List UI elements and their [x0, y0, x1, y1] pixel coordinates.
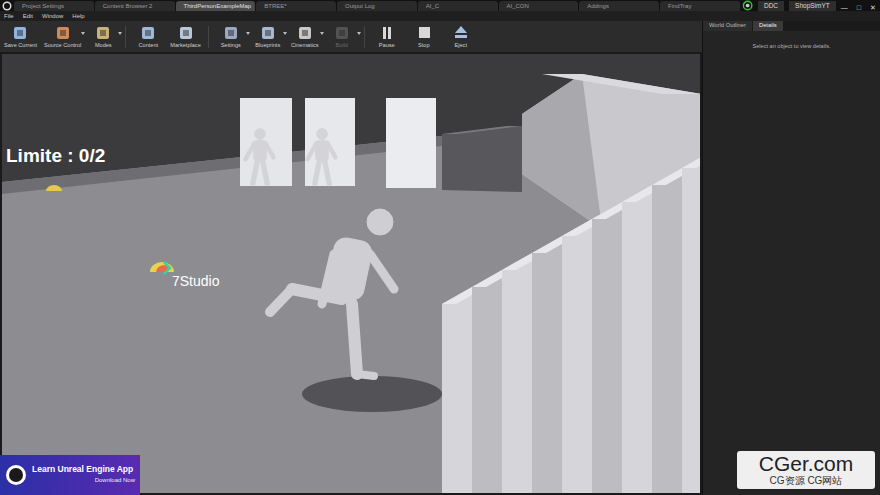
toolbar-tool-icon [415, 24, 433, 41]
level-editor: Save Current Source Control Modes Content Ma… [0, 21, 702, 495]
panel-tab-bar: World OutlinerDetails [703, 21, 880, 31]
toolbar-tool-icon [296, 24, 314, 41]
toolbar-label: Modes [95, 42, 112, 48]
editor-body: Save Current Source Control Modes Content Ma… [0, 21, 880, 495]
toolbar-button[interactable]: Content [131, 23, 165, 49]
toolbar-tool-icon [222, 24, 240, 41]
document-tab[interactable]: Content Browser 2 [95, 1, 175, 11]
document-tab[interactable]: AI_CON [499, 1, 579, 11]
ad-title: Learn Unreal Engine App [32, 465, 135, 475]
toolbar-separator [125, 26, 126, 48]
toolbar-button[interactable]: Source Control [42, 23, 83, 49]
site-watermark: CGer.comCG资源 CG网站 [737, 451, 875, 489]
dropdown-arrow-icon[interactable] [246, 32, 250, 35]
toolbar-separator [364, 26, 365, 48]
toolbar-button[interactable]: Save Current [2, 23, 39, 49]
document-tab[interactable]: ThirdPersonExampleMap [176, 1, 256, 11]
unreal-logo-icon [2, 1, 12, 11]
details-panel: World OutlinerDetailsSelect an object to… [702, 21, 880, 495]
menu-item[interactable]: Window [42, 12, 63, 21]
dropdown-arrow-icon[interactable] [357, 32, 361, 35]
toolbar-tool-icon [259, 24, 277, 41]
ddc-status-icon [742, 0, 753, 11]
menu-item[interactable]: Edit [23, 12, 33, 21]
toolbar-separator [208, 26, 209, 48]
title-button[interactable]: DDC [758, 1, 784, 12]
dropdown-arrow-icon[interactable] [320, 32, 324, 35]
toolbar-tool-icon [54, 24, 72, 41]
toolbar-button[interactable]: Marketplace [168, 23, 202, 49]
window-control[interactable]: □ [853, 4, 865, 11]
window-control[interactable]: ✕ [866, 4, 880, 11]
ad-download-link[interactable]: Download Now [32, 476, 135, 485]
editor-window: Project SettingsContent Browser 2ThirdPe… [0, 0, 880, 495]
toolbar-label: Stop [418, 42, 430, 48]
document-tab[interactable]: Output Log [337, 1, 417, 11]
toolbar-label: Cinematics [291, 42, 319, 48]
toolbar-label: Pause [379, 42, 395, 48]
toolbar-button[interactable]: Modes [86, 23, 120, 49]
toolbar-tool-icon [177, 24, 195, 41]
toolbar-label: Eject [455, 42, 467, 48]
ad-text: Learn Unreal Engine AppDownload Now [32, 465, 135, 486]
level-scene [2, 54, 700, 495]
document-tab[interactable]: BTREE* [256, 1, 336, 11]
toolbar-label: Marketplace [170, 42, 200, 48]
toolbar-label: Settings [221, 42, 241, 48]
watermark-subtitle: CG资源 CG网站 [741, 475, 871, 487]
menu-item[interactable]: Help [72, 12, 84, 21]
title-button[interactable]: ShopSimYT [789, 1, 836, 12]
toolbar-tool-icon [333, 24, 351, 41]
toolbar-tool-icon [378, 24, 396, 41]
toolbar-button[interactable]: Blueprints [251, 23, 285, 49]
game-viewport[interactable]: Limite : 0/2 7Studio [0, 52, 702, 495]
studio-logo: 7Studio [148, 258, 219, 288]
toolbar-button[interactable]: Cinematics [288, 23, 322, 49]
toolbar-label: Build [336, 42, 348, 48]
toolbar-button[interactable]: Stop [407, 23, 441, 49]
toolbar-button: Build [325, 23, 359, 49]
toolbar-label: Blueprints [255, 42, 280, 48]
toolbar-button[interactable]: Settings [214, 23, 248, 49]
toolbar-label: Content [138, 42, 158, 48]
toolbar-label: Source Control [44, 42, 81, 48]
details-empty-message: Select an object to view details. [703, 31, 880, 50]
document-tab[interactable]: Addings [579, 1, 659, 11]
menu-bar: File Edit Window Help [0, 11, 880, 21]
unreal-logo-icon [5, 464, 27, 486]
document-tab[interactable]: FindTray [660, 1, 740, 11]
document-tab[interactable]: AI_C [418, 1, 498, 11]
app-ad-banner[interactable]: Learn Unreal Engine AppDownload Now [0, 455, 140, 495]
toolbar-tool-icon [94, 24, 112, 41]
menu-item[interactable]: File [4, 12, 14, 21]
toolbar-button[interactable]: Pause [370, 23, 404, 49]
studio-logo-icon [148, 258, 176, 288]
toolbar-label: Save Current [4, 42, 37, 48]
panel-tab[interactable]: World Outliner [703, 21, 752, 31]
toolbar-tool-icon [452, 24, 470, 41]
toolbar: Save Current Source Control Modes Content Ma… [0, 21, 702, 52]
dropdown-arrow-icon[interactable] [81, 32, 85, 35]
limit-counter: Limite : 0/2 [6, 142, 105, 171]
document-tab[interactable]: Project Settings [14, 1, 94, 11]
toolbar-button[interactable]: Eject [444, 23, 478, 49]
studio-logo-text: 7Studio [172, 274, 219, 288]
toolbar-tool-icon [11, 24, 29, 41]
panel-tab[interactable]: Details [753, 21, 783, 31]
window-control[interactable]: — [837, 4, 852, 11]
watermark-title: CGer.com [741, 453, 871, 475]
document-tab-bar: Project SettingsContent Browser 2ThirdPe… [0, 0, 880, 11]
toolbar-tool-icon [139, 24, 157, 41]
dropdown-arrow-icon[interactable] [283, 32, 287, 35]
dropdown-arrow-icon[interactable] [118, 32, 122, 35]
